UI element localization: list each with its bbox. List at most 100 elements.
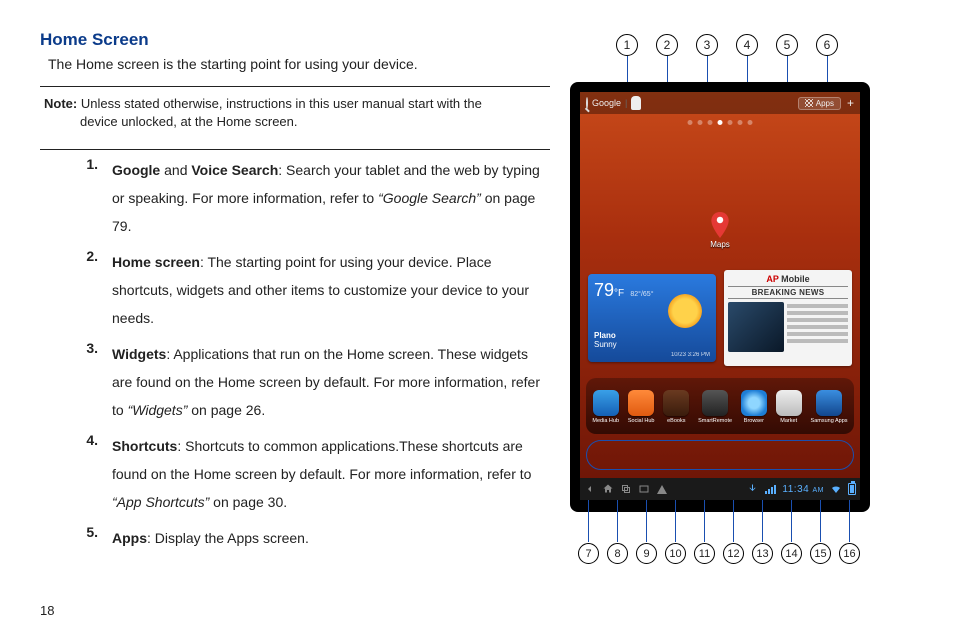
item-number: 4. [80, 432, 98, 516]
diagram: 1 2 3 4 5 6 Google | [570, 30, 930, 570]
tablet-frame: Google | Apps + Map [570, 82, 870, 512]
item-number: 5. [80, 524, 98, 552]
cross-ref: “Widgets” [128, 402, 188, 418]
wifi-icon [830, 483, 842, 495]
signal-icon [765, 484, 776, 494]
item-term: Google [112, 162, 160, 178]
list-item: 3. Widgets: Applications that run on the… [80, 340, 550, 424]
leader-line [820, 500, 821, 542]
google-search-widget[interactable]: Google | [586, 96, 641, 110]
callout-12: 12 [723, 543, 744, 564]
page-indicator [688, 120, 753, 125]
note-block: Note: Unless stated otherwise, instructi… [40, 91, 550, 135]
download-notif-icon[interactable] [747, 483, 759, 495]
media-hub-icon [593, 390, 619, 416]
cross-ref: “App Shortcuts” [112, 494, 209, 510]
note-line1: Unless stated otherwise, instructions in… [77, 96, 482, 111]
list-item: 2. Home screen: The starting point for u… [80, 248, 550, 332]
list-item: 4. Shortcuts: Shortcuts to common applic… [80, 432, 550, 516]
item-term: Home screen [112, 254, 200, 270]
item-number: 2. [80, 248, 98, 332]
dock-social-hub[interactable]: Social Hub [628, 390, 655, 424]
item-number: 3. [80, 340, 98, 424]
arrow-up-icon[interactable] [656, 483, 668, 495]
leader-line [646, 500, 647, 542]
item-text: Shortcuts: Shortcuts to common applicati… [112, 432, 550, 516]
dock-browser[interactable]: Browser [741, 390, 767, 424]
smartremote-icon [702, 390, 728, 416]
battery-icon [848, 483, 856, 495]
callout-highlight-oval [586, 440, 854, 470]
callout-4: 4 [736, 34, 758, 56]
callout-16: 16 [839, 543, 860, 564]
cross-ref: “Google Search” [378, 190, 481, 206]
weather-widget[interactable]: 79°F 82°/65° Plano Sunny 10/23 3:26 PM [588, 274, 716, 362]
maps-label: Maps [710, 240, 730, 249]
dock: Media Hub Social Hub eBooks SmartRemote … [586, 378, 854, 434]
ebooks-icon [663, 390, 689, 416]
screenshot-icon[interactable] [638, 483, 650, 495]
leader-line [675, 500, 676, 542]
weather-city: Plano [594, 331, 710, 340]
news-headline: BREAKING NEWS [728, 286, 848, 299]
callout-8: 8 [607, 543, 628, 564]
leader-line [762, 500, 763, 542]
social-hub-icon [628, 390, 654, 416]
maps-shortcut[interactable] [711, 212, 729, 238]
item-term: Widgets [112, 346, 166, 362]
callout-9: 9 [636, 543, 657, 564]
home-icon[interactable] [602, 483, 614, 495]
item-term: Shortcuts [112, 438, 177, 454]
leader-line [588, 500, 589, 542]
callout-11: 11 [694, 543, 715, 564]
weather-hilo: 82°/65° [630, 291, 653, 298]
item-number: 1. [80, 156, 98, 240]
weather-cond: Sunny [594, 340, 710, 349]
dock-smartremote[interactable]: SmartRemote [698, 390, 732, 424]
item-text: Google and Voice Search: Search your tab… [112, 156, 550, 240]
callout-1: 1 [616, 34, 638, 56]
apps-button[interactable]: Apps [798, 97, 841, 110]
callout-row-bottom: 7 8 9 10 11 12 13 14 15 16 [578, 543, 860, 564]
item-text: Widgets: Applications that run on the Ho… [112, 340, 550, 424]
item-text: Apps: Display the Apps screen. [112, 524, 309, 552]
market-icon [776, 390, 802, 416]
list-item: 1. Google and Voice Search: Search your … [80, 156, 550, 240]
note-rule-bottom [40, 149, 550, 150]
section-heading: Home Screen [40, 30, 550, 50]
callout-15: 15 [810, 543, 831, 564]
sun-icon [668, 294, 702, 328]
callout-5: 5 [776, 34, 798, 56]
browser-icon [741, 390, 767, 416]
intro-text: The Home screen is the starting point fo… [48, 56, 550, 72]
dock-samsung-apps[interactable]: Samsung Apps [811, 390, 848, 424]
dock-ebooks[interactable]: eBooks [663, 390, 689, 424]
back-icon[interactable] [584, 483, 596, 495]
google-label: Google [592, 98, 621, 108]
callout-row-top: 1 2 3 4 5 6 [616, 34, 838, 56]
add-widget-button[interactable]: + [847, 96, 854, 110]
system-bar: 11:34 AM [580, 478, 860, 500]
leader-line [791, 500, 792, 542]
note-line2: device unlocked, at the Home screen. [44, 113, 550, 131]
recent-apps-icon[interactable] [620, 483, 632, 495]
dock-market[interactable]: Market [776, 390, 802, 424]
item-term: Voice Search [191, 162, 278, 178]
list-item: 5. Apps: Display the Apps screen. [80, 524, 550, 552]
clock: 11:34 AM [782, 484, 824, 495]
callout-6: 6 [816, 34, 838, 56]
news-text-lines [787, 302, 848, 352]
dock-media-hub[interactable]: Media Hub [592, 390, 619, 424]
numbered-list: 1. Google and Voice Search: Search your … [80, 156, 550, 552]
news-widget[interactable]: AP Mobile BREAKING NEWS [724, 270, 852, 366]
leader-line [617, 500, 618, 542]
leader-line [733, 500, 734, 542]
callout-13: 13 [752, 543, 773, 564]
weather-time: 10/23 3:26 PM [671, 352, 710, 358]
apps-label: Apps [816, 99, 834, 108]
note-label: Note: [44, 96, 77, 111]
news-image [728, 302, 784, 352]
voice-search-icon[interactable] [631, 96, 641, 110]
callout-2: 2 [656, 34, 678, 56]
leader-line [849, 500, 850, 542]
